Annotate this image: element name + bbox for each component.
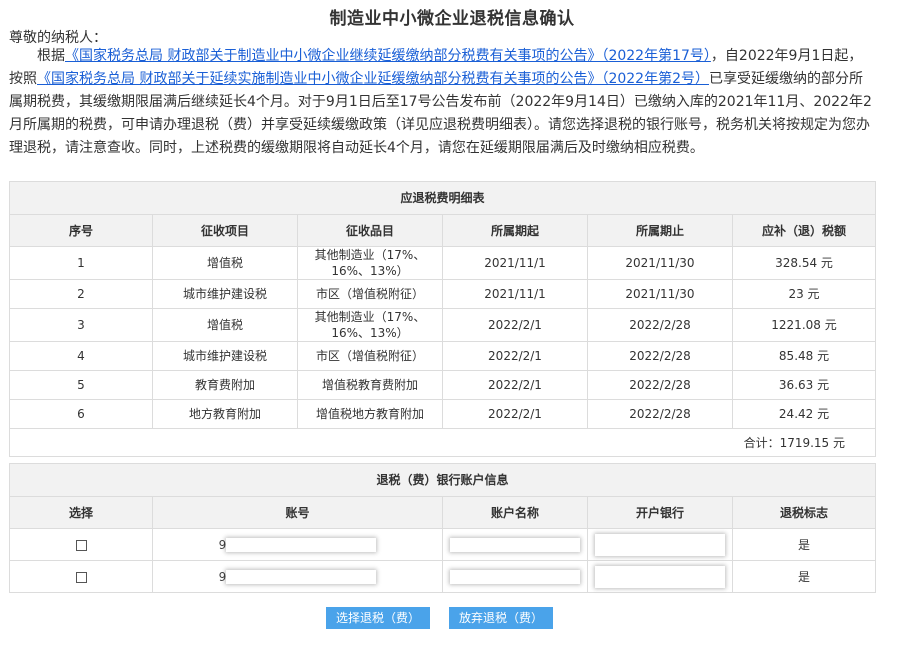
account-checkbox[interactable] (75, 571, 87, 583)
table-cell: 2022/2/28 (587, 341, 733, 371)
table-cell: 2021/11/30 (587, 279, 733, 309)
column-header: 账号 (152, 496, 443, 529)
table-row: 1 增值税 其他制造业（17%、16%、13%） 2021/11/1 2021/… (9, 246, 877, 280)
redaction-mask (450, 570, 580, 584)
table-cell: 85.48 元 (731, 341, 877, 371)
table-cell: 2022/2/28 (587, 370, 733, 400)
tax-total: 合计：1719.15 元 (8, 428, 877, 457)
column-header: 征收品目 (297, 214, 443, 247)
table-cell: 24.42 元 (731, 399, 877, 429)
table-cell: 36.63 元 (731, 370, 877, 400)
page-title: 制造业中小微企业退税信息确认 (329, 9, 575, 29)
account-prefix: 9 (218, 537, 227, 552)
notice-text-1: 根据 (37, 48, 65, 64)
refund-flag-cell: 是 (732, 528, 876, 561)
table-cell: 其他制造业（17%、16%、13%） (297, 308, 443, 342)
table-cell: 2021/11/1 (442, 246, 588, 280)
table-row: 9 是 (9, 528, 876, 561)
table-cell: 328.54 元 (731, 246, 877, 280)
redaction-mask (595, 533, 725, 556)
account-number: 9 (219, 537, 377, 553)
table-cell: 2022/2/1 (442, 308, 588, 342)
table-cell: 地方教育附加 (152, 399, 298, 429)
redaction-mask (226, 570, 377, 584)
column-header: 退税标志 (732, 496, 876, 529)
table-cell: 2021/11/30 (587, 246, 733, 280)
account-number-cell: 9 (152, 560, 443, 593)
table-row: 9 是 (9, 560, 876, 593)
greeting: 尊敬的纳税人： (9, 30, 107, 46)
column-header: 开户银行 (587, 496, 733, 529)
table-row: 6 地方教育附加 增值税地方教育附加 2022/2/1 2022/2/28 24… (9, 399, 877, 429)
tax-refund-detail-table: 应退税费明细表 序号 征收项目 征收品目 所属期起 所属期止 应补（退）税额 1… (8, 181, 877, 457)
table-cell: 增值税地方教育附加 (297, 399, 443, 429)
table-cell: 6 (9, 399, 153, 429)
table-cell: 增值税 (152, 308, 298, 342)
column-header: 序号 (9, 214, 153, 247)
table-cell: 2021/11/1 (442, 279, 588, 309)
bank-table-caption: 退税（费）银行账户信息 (9, 463, 876, 497)
table-cell: 城市维护建设税 (152, 279, 298, 309)
bank-name-cell (587, 528, 733, 561)
table-cell: 市区（增值税附征） (297, 341, 443, 371)
abandon-refund-button[interactable]: 放弃退税（费） (449, 607, 553, 629)
table-cell: 教育费附加 (152, 370, 298, 400)
refund-flag-cell: 是 (732, 560, 876, 593)
select-refund-button[interactable]: 选择退税（费） (326, 607, 430, 629)
table-cell: 1221.08 元 (731, 308, 877, 342)
column-header: 账户名称 (442, 496, 588, 529)
table-cell: 3 (9, 308, 153, 342)
bank-name-cell (587, 560, 733, 593)
account-prefix: 9 (218, 569, 227, 584)
table-cell: 2022/2/1 (442, 370, 588, 400)
column-header: 所属期止 (587, 214, 733, 247)
announcement-link-17[interactable]: 《国家税务总局 财政部关于制造业中小微企业继续延缓缴纳部分税费有关事项的公告》（… (65, 48, 711, 64)
table-cell: 2 (9, 279, 153, 309)
notice-paragraph: 根据《国家税务总局 财政部关于制造业中小微企业继续延缓缴纳部分税费有关事项的公告… (9, 45, 875, 160)
table-cell: 5 (9, 370, 153, 400)
column-header: 选择 (9, 496, 153, 529)
column-header: 应补（退）税额 (731, 214, 877, 247)
table-cell: 4 (9, 341, 153, 371)
bank-account-table: 退税（费）银行账户信息 选择 账号 账户名称 开户银行 退税标志 9 是 9 是 (9, 463, 876, 593)
table-cell: 2022/2/1 (442, 341, 588, 371)
table-cell: 2022/2/28 (587, 308, 733, 342)
table-cell: 增值税教育费附加 (297, 370, 443, 400)
select-cell (9, 560, 153, 593)
table-cell: 1 (9, 246, 153, 280)
account-number: 9 (219, 569, 377, 585)
account-name-cell (442, 560, 588, 593)
account-name-cell (442, 528, 588, 561)
table-row: 3 增值税 其他制造业（17%、16%、13%） 2022/2/1 2022/2… (9, 308, 877, 342)
account-checkbox[interactable] (75, 539, 87, 551)
table-row: 4 城市维护建设税 市区（增值税附征） 2022/2/1 2022/2/28 8… (9, 341, 877, 371)
account-number-cell: 9 (152, 528, 443, 561)
tax-table-caption: 应退税费明细表 (8, 181, 877, 215)
table-cell: 2022/2/1 (442, 399, 588, 429)
announcement-link-2[interactable]: 《国家税务总局 财政部关于延续实施制造业中小微企业延缓缴纳部分税费有关事项的公告… (37, 71, 709, 87)
redaction-mask (595, 565, 725, 588)
table-row: 5 教育费附加 增值税教育费附加 2022/2/1 2022/2/28 36.6… (9, 370, 877, 400)
table-row: 2 城市维护建设税 市区（增值税附征） 2021/11/1 2021/11/30… (9, 279, 877, 309)
table-cell: 城市维护建设税 (152, 341, 298, 371)
column-header: 所属期起 (442, 214, 588, 247)
table-cell: 市区（增值税附征） (297, 279, 443, 309)
table-cell: 其他制造业（17%、16%、13%） (297, 246, 443, 280)
column-header: 征收项目 (152, 214, 298, 247)
redaction-mask (450, 538, 580, 552)
table-cell: 23 元 (731, 279, 877, 309)
redaction-mask (226, 538, 377, 552)
select-cell (9, 528, 153, 561)
table-cell: 增值税 (152, 246, 298, 280)
table-cell: 2022/2/28 (587, 399, 733, 429)
